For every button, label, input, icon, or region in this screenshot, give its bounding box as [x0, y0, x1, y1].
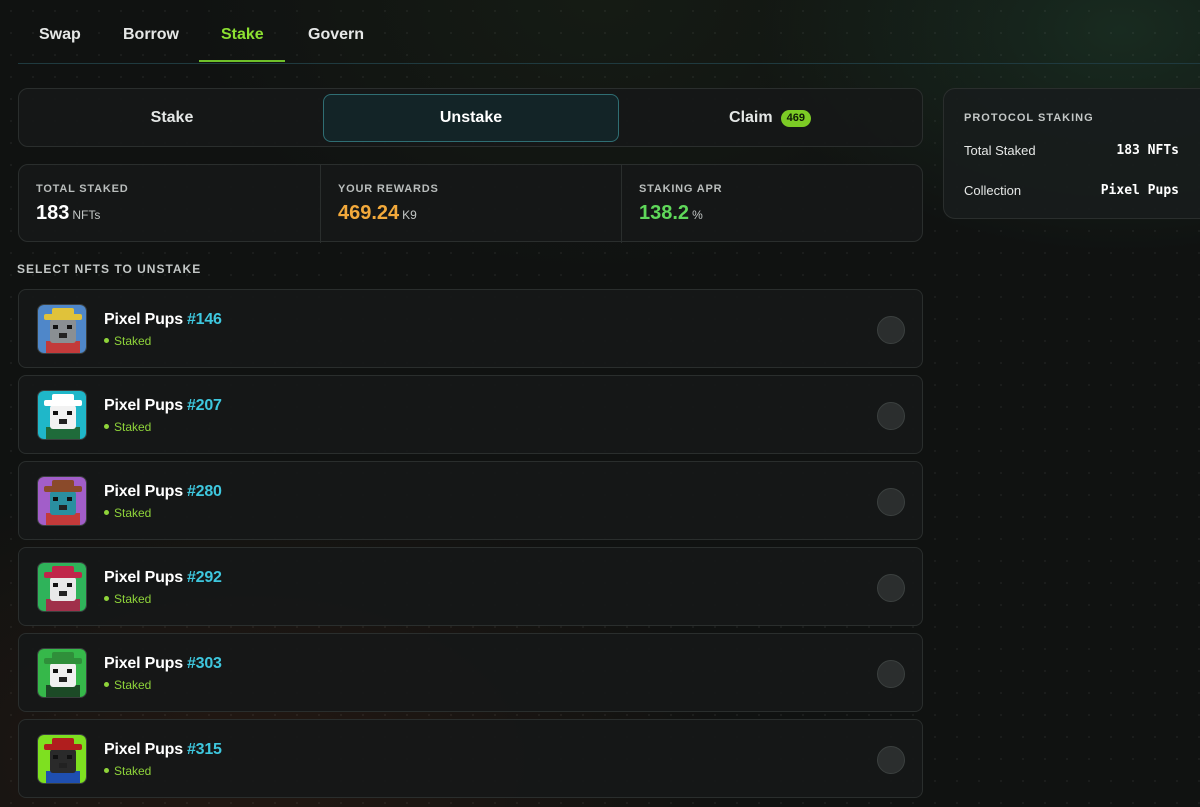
top-nav: Swap Borrow Stake Govern — [18, 0, 1200, 64]
nft-row[interactable]: Pixel Pups #280 Staked — [18, 461, 923, 540]
nft-status-label: Staked — [114, 678, 152, 692]
status-dot-icon — [104, 682, 109, 688]
nft-status-label: Staked — [114, 764, 152, 778]
nft-status: Staked — [104, 678, 151, 692]
segment-stake-label: Stake — [150, 109, 194, 126]
nft-token-number: #315 — [186, 741, 222, 758]
nft-list-title: SELECT NFTS TO UNSTAKE — [17, 262, 202, 276]
segment-stake[interactable]: Stake — [24, 94, 320, 142]
stat-staking-apr: STAKING APR 138.2% — [621, 165, 922, 243]
nft-collection-name: Pixel Pups — [104, 741, 183, 758]
nft-status: Staked — [104, 506, 151, 520]
nft-select-checkbox[interactable] — [877, 316, 905, 344]
nft-collection-name: Pixel Pups — [104, 483, 183, 500]
nft-status-label: Staked — [114, 334, 152, 348]
stat-label: YOUR REWARDS — [338, 183, 439, 195]
claim-count-badge: 469 — [780, 109, 811, 127]
stat-value: 469.24 — [338, 202, 400, 224]
stat-your-rewards: YOUR REWARDS 469.24 K9 — [320, 165, 621, 243]
stats-panel: TOTAL STAKED 183 NFTs YOUR REWARDS 469.24… — [18, 164, 923, 243]
nft-status-label: Staked — [114, 420, 152, 434]
stake-mode-selector: Stake Unstake Claim 469 — [18, 88, 923, 147]
nft-select-checkbox[interactable] — [877, 574, 905, 602]
nft-avatar — [37, 304, 87, 354]
nft-status-label: Staked — [114, 506, 152, 520]
protocol-panel-title: PROTOCOL STAKING — [964, 112, 1094, 124]
stat-unit: % — [692, 208, 703, 222]
segment-claim-label: Claim — [729, 109, 773, 126]
nft-token-number: #303 — [186, 655, 222, 672]
nft-status: Staked — [104, 592, 151, 606]
nft-avatar — [37, 476, 87, 526]
segment-unstake[interactable]: Unstake — [323, 94, 619, 142]
nft-status: Staked — [104, 764, 151, 778]
nft-avatar — [37, 562, 87, 612]
stat-value: 138.2 — [639, 202, 690, 224]
nft-select-checkbox[interactable] — [877, 660, 905, 688]
status-dot-icon — [104, 510, 109, 516]
nft-row[interactable]: Pixel Pups #292 Staked — [18, 547, 923, 626]
protocol-value-collection: Pixel Pups — [1100, 183, 1179, 198]
nft-token-number: #292 — [186, 569, 222, 586]
stat-value-row: 138.2% — [639, 202, 922, 225]
nft-title: Pixel Pups #315 — [104, 741, 222, 759]
nav-tab-swap[interactable]: Swap — [39, 26, 81, 44]
nft-collection-name: Pixel Pups — [104, 655, 183, 672]
stat-value: 183 — [36, 202, 70, 224]
nft-title: Pixel Pups #292 — [104, 569, 222, 587]
nft-select-checkbox[interactable] — [877, 402, 905, 430]
segment-claim[interactable]: Claim 469 — [622, 94, 918, 142]
nft-title: Pixel Pups #280 — [104, 483, 222, 501]
stat-label: STAKING APR — [639, 183, 723, 195]
nft-token-number: #280 — [186, 483, 222, 500]
status-dot-icon — [104, 338, 109, 344]
nft-title: Pixel Pups #146 — [104, 311, 222, 329]
status-dot-icon — [104, 424, 109, 430]
stat-unit: NFTs — [72, 208, 101, 222]
nft-status: Staked — [104, 420, 151, 434]
nft-row[interactable]: Pixel Pups #303 Staked — [18, 633, 923, 712]
nft-status: Staked — [104, 334, 151, 348]
nav-tab-stake[interactable]: Stake — [221, 26, 264, 44]
nft-collection-name: Pixel Pups — [104, 397, 183, 414]
nft-select-checkbox[interactable] — [877, 746, 905, 774]
nft-token-number: #146 — [186, 311, 222, 328]
segment-unstake-label: Unstake — [439, 109, 503, 126]
stat-unit: K9 — [402, 208, 417, 222]
nft-avatar — [37, 390, 87, 440]
status-dot-icon — [104, 596, 109, 602]
nft-avatar — [37, 648, 87, 698]
stat-value-row: 183 NFTs — [36, 202, 320, 225]
nav-tab-govern[interactable]: Govern — [308, 26, 364, 44]
nft-title: Pixel Pups #207 — [104, 397, 222, 415]
nav-tab-borrow[interactable]: Borrow — [123, 26, 179, 44]
nft-avatar — [37, 734, 87, 784]
nft-collection-name: Pixel Pups — [104, 569, 183, 586]
nft-token-number: #207 — [186, 397, 222, 414]
nft-row[interactable]: Pixel Pups #207 Staked — [18, 375, 923, 454]
nft-row[interactable]: Pixel Pups #315 Staked — [18, 719, 923, 798]
protocol-value-total-staked: 183 NFTs — [1116, 143, 1179, 158]
protocol-key-collection: Collection — [964, 183, 1022, 198]
stat-total-staked: TOTAL STAKED 183 NFTs — [19, 165, 320, 243]
nft-status-label: Staked — [114, 592, 152, 606]
protocol-staking-panel: PROTOCOL STAKING Total Staked 183 NFTs C… — [943, 88, 1200, 219]
nft-row[interactable]: Pixel Pups #146 Staked — [18, 289, 923, 368]
protocol-key-total-staked: Total Staked — [964, 143, 1036, 158]
nft-select-checkbox[interactable] — [877, 488, 905, 516]
status-dot-icon — [104, 768, 109, 774]
stat-value-row: 469.24 K9 — [338, 202, 621, 225]
nft-title: Pixel Pups #303 — [104, 655, 222, 673]
active-tab-indicator — [199, 60, 285, 62]
stat-label: TOTAL STAKED — [36, 183, 129, 195]
nft-collection-name: Pixel Pups — [104, 311, 183, 328]
